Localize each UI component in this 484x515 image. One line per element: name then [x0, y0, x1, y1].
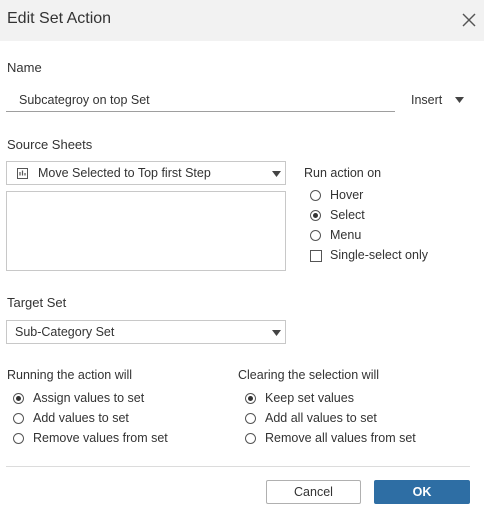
radio-label: Select: [330, 208, 365, 222]
radio-icon: [245, 413, 256, 424]
source-sheets-list[interactable]: [6, 191, 286, 271]
target-set-selected: Sub-Category Set: [15, 325, 115, 339]
radio-icon: [245, 433, 256, 444]
clearing-selection-label: Clearing the selection will: [238, 368, 380, 382]
radio-label: Hover: [330, 188, 364, 202]
run-action-on-label: Run action on: [304, 166, 382, 180]
radio-icon: [13, 433, 24, 444]
radio-selected-icon: [13, 393, 24, 404]
radio-label: Remove values from set: [33, 431, 168, 445]
ok-button[interactable]: OK: [374, 480, 470, 504]
run-action-select-radio[interactable]: Select: [310, 208, 460, 226]
chevron-down-icon: [272, 330, 281, 336]
single-select-only-checkbox[interactable]: Single-select only: [310, 248, 470, 266]
radio-label: Keep set values: [265, 391, 354, 405]
radio-icon: [13, 413, 24, 424]
remove-all-values-radio[interactable]: Remove all values from set: [245, 431, 465, 449]
add-all-values-radio[interactable]: Add all values to set: [245, 411, 445, 429]
radio-icon: [310, 190, 321, 201]
keep-set-values-radio[interactable]: Keep set values: [245, 391, 445, 409]
radio-label: Assign values to set: [33, 391, 145, 405]
remove-values-radio[interactable]: Remove values from set: [13, 431, 213, 449]
sheet-icon: [17, 168, 28, 179]
radio-icon: [310, 230, 321, 241]
radio-label: Remove all values from set: [265, 431, 416, 445]
close-icon[interactable]: [460, 11, 478, 29]
target-set-label: Target Set: [7, 295, 67, 310]
insert-chevron-down-icon[interactable]: [455, 97, 464, 103]
add-values-radio[interactable]: Add values to set: [13, 411, 213, 429]
run-action-menu-radio[interactable]: Menu: [310, 228, 460, 246]
footer-divider: [6, 466, 470, 467]
source-sheet-dropdown[interactable]: Move Selected to Top first Step: [6, 161, 286, 185]
radio-selected-icon: [310, 210, 321, 221]
radio-label: Menu: [330, 228, 362, 242]
radio-selected-icon: [245, 393, 256, 404]
running-action-label: Running the action will: [7, 368, 133, 382]
insert-button[interactable]: Insert: [411, 93, 442, 107]
name-field[interactable]: [6, 88, 395, 112]
target-set-dropdown[interactable]: Sub-Category Set: [6, 320, 286, 344]
assign-values-radio[interactable]: Assign values to set: [13, 391, 213, 409]
chevron-down-icon: [272, 171, 281, 177]
run-action-hover-radio[interactable]: Hover: [310, 188, 460, 206]
cancel-button[interactable]: Cancel: [266, 480, 361, 504]
name-label: Name: [7, 60, 42, 75]
dialog-title: Edit Set Action: [7, 10, 112, 27]
radio-label: Add values to set: [33, 411, 129, 425]
source-sheets-label: Source Sheets: [7, 137, 93, 152]
checkbox-icon: [310, 250, 322, 262]
checkbox-label: Single-select only: [330, 248, 428, 262]
radio-label: Add all values to set: [265, 411, 377, 425]
source-sheet-selected: Move Selected to Top first Step: [38, 166, 211, 180]
dialog-title-bar: Edit Set Action: [0, 0, 484, 41]
